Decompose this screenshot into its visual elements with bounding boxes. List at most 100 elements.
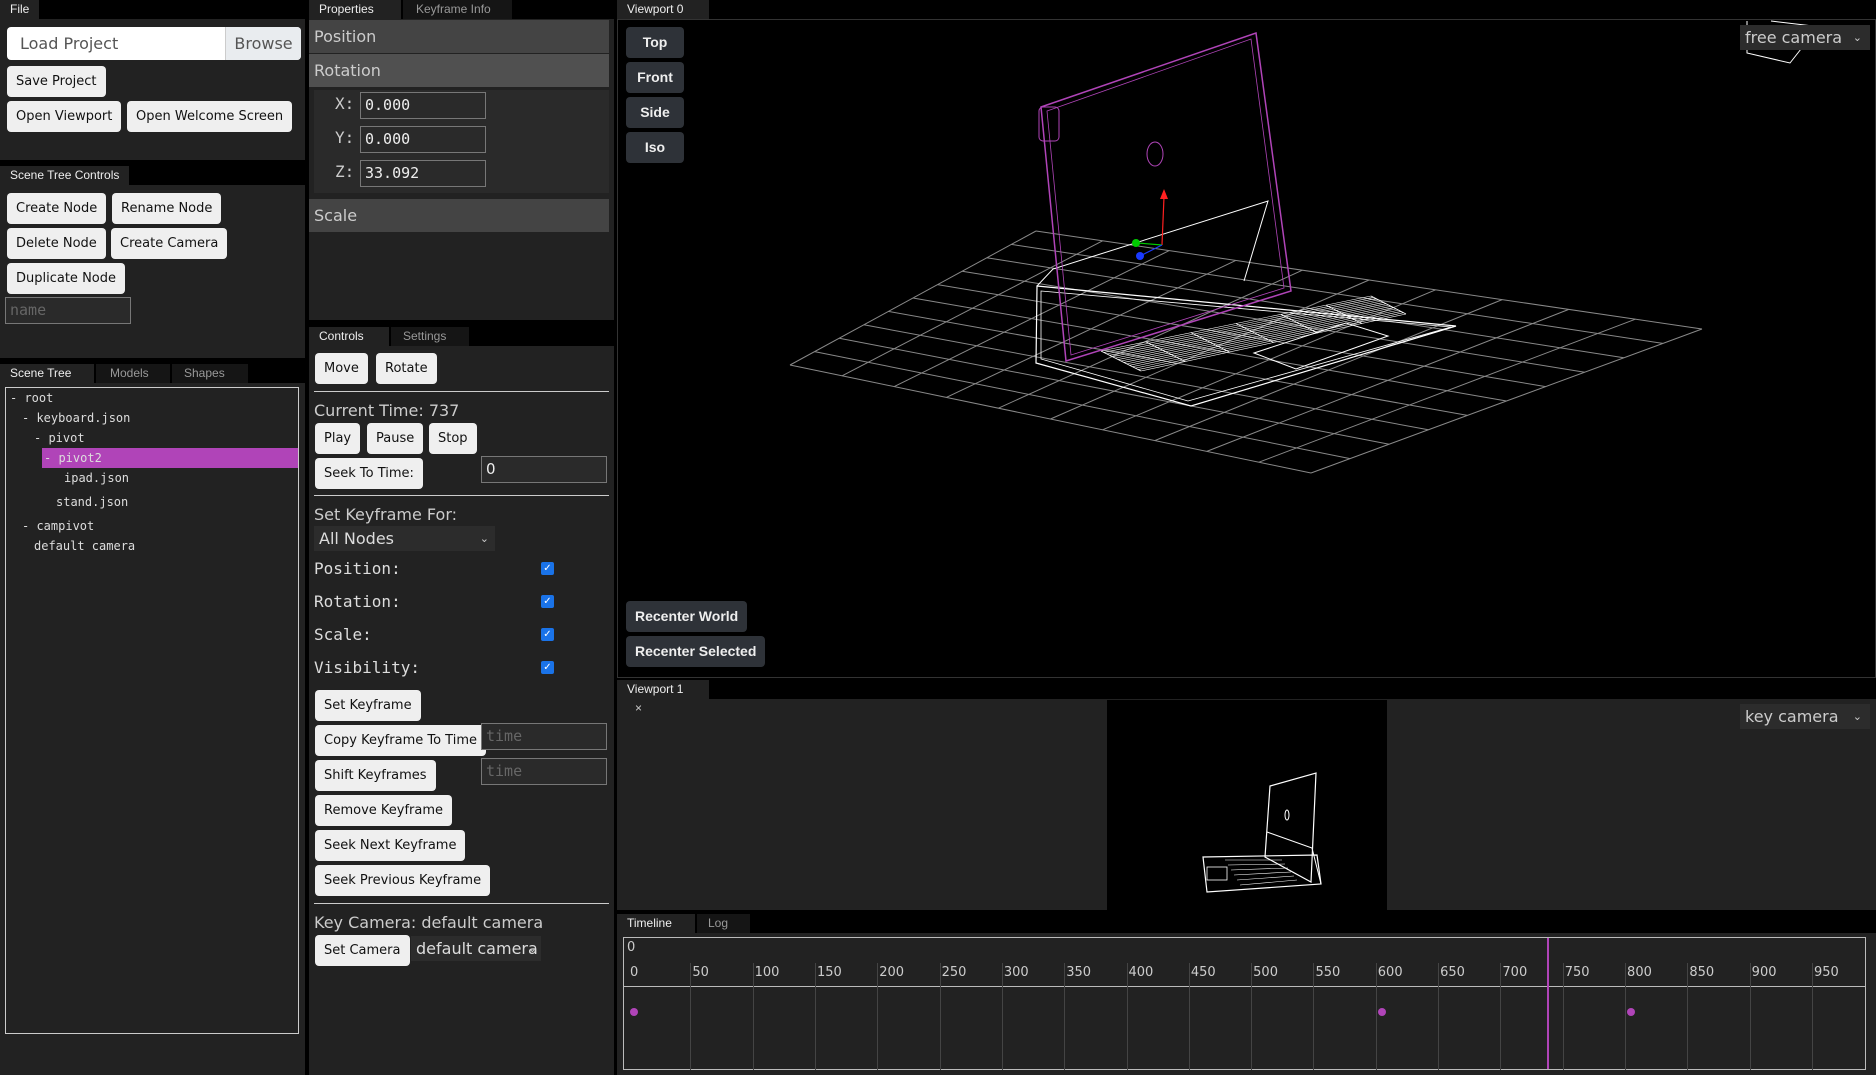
keyframe-channel-checkbox[interactable]: ✓ bbox=[541, 595, 554, 608]
timeline-tick-label: 150 bbox=[816, 965, 842, 980]
divider bbox=[314, 391, 609, 392]
close-icon[interactable]: × bbox=[635, 701, 642, 715]
gizmo-y-axis bbox=[1161, 196, 1165, 246]
timeline-track[interactable]: 0 0 50 100 150 200 250 300 350 400 450 500 550 600 65… bbox=[623, 937, 1866, 1070]
viewport-1-canvas[interactable] bbox=[1107, 700, 1387, 910]
tab-file[interactable]: File bbox=[0, 0, 40, 19]
tree-node[interactable]: stand.json bbox=[56, 492, 128, 512]
tree-node[interactable]: ipad.json bbox=[64, 468, 129, 488]
pause-button[interactable]: Pause bbox=[367, 423, 424, 454]
scale-section-header[interactable]: Scale bbox=[309, 199, 609, 232]
timeline-tick-label: 900 bbox=[1751, 965, 1777, 980]
chevron-down-icon: ⌄ bbox=[1852, 710, 1862, 723]
rename-node-button[interactable]: Rename Node bbox=[112, 193, 222, 224]
tab-viewport-0[interactable]: Viewport 0 bbox=[617, 0, 709, 19]
gizmo-z-arrow bbox=[1136, 252, 1144, 260]
set-camera-button[interactable]: Set Camera bbox=[315, 935, 410, 966]
viewport-0-camera-select[interactable]: free camera ⌄ bbox=[1740, 25, 1870, 50]
tab-scene-tree[interactable]: Scene Tree bbox=[0, 364, 94, 383]
set-keyframe-button[interactable]: Set Keyframe bbox=[315, 690, 421, 721]
scene-tree-panel: Scene Tree Models Shapes - root - keyboar… bbox=[0, 364, 305, 1075]
camera-select[interactable]: default camera ⌄ bbox=[411, 936, 541, 961]
rotation-y-label: Y: bbox=[335, 128, 355, 147]
rotation-section-header[interactable]: Rotation bbox=[309, 54, 609, 87]
tab-timeline[interactable]: Timeline bbox=[617, 914, 695, 933]
tree-node[interactable]: - pivot bbox=[34, 428, 85, 448]
timeline-tick-label: 300 bbox=[1003, 965, 1029, 980]
tab-shapes[interactable]: Shapes bbox=[172, 364, 248, 383]
save-project-button[interactable]: Save Project bbox=[7, 66, 106, 97]
delete-node-button[interactable]: Delete Node bbox=[7, 228, 106, 259]
create-node-button[interactable]: Create Node bbox=[7, 193, 107, 224]
seek-to-time-button[interactable]: Seek To Time: bbox=[315, 458, 423, 489]
tab-keyframe-info[interactable]: Keyframe Info bbox=[403, 0, 512, 19]
seek-previous-keyframe-button[interactable]: Seek Previous Keyframe bbox=[315, 865, 491, 896]
create-camera-button[interactable]: Create Camera bbox=[111, 228, 228, 259]
position-section-header[interactable]: Position bbox=[309, 20, 609, 53]
timeline-tick-line bbox=[1500, 963, 1502, 1070]
timeline-tick-line bbox=[690, 963, 692, 1070]
timeline-tick-label: 750 bbox=[1564, 965, 1590, 980]
tab-settings[interactable]: Settings bbox=[391, 327, 469, 346]
timeline-tick-line bbox=[1438, 963, 1440, 1070]
timeline-frame-label: 0 bbox=[627, 940, 636, 955]
keyframe-target-select[interactable]: All Nodes ⌄ bbox=[314, 526, 495, 551]
remove-keyframe-button[interactable]: Remove Keyframe bbox=[315, 795, 453, 826]
tab-properties[interactable]: Properties bbox=[309, 0, 401, 19]
view-side-button[interactable]: Side bbox=[626, 97, 684, 128]
shift-time-input[interactable]: time bbox=[481, 758, 607, 785]
browse-button[interactable]: Browse bbox=[225, 27, 301, 60]
tab-scene-tree-controls[interactable]: Scene Tree Controls bbox=[0, 166, 130, 185]
keyframe-channel-checkbox[interactable]: ✓ bbox=[541, 661, 554, 674]
seek-next-keyframe-button[interactable]: Seek Next Keyframe bbox=[315, 830, 466, 861]
tab-viewport-1[interactable]: Viewport 1 × bbox=[617, 680, 709, 715]
keyframe-marker[interactable] bbox=[1377, 1008, 1386, 1016]
keyframe-channel-checkbox[interactable]: ✓ bbox=[541, 628, 554, 641]
viewport-0-canvas[interactable] bbox=[617, 19, 1876, 678]
rotation-x-input[interactable]: 0.000 bbox=[360, 92, 486, 119]
tab-log[interactable]: Log bbox=[697, 914, 750, 933]
load-project-file-input[interactable]: Load Project Browse bbox=[7, 27, 301, 60]
keyframe-marker[interactable] bbox=[630, 1008, 638, 1016]
duplicate-node-button[interactable]: Duplicate Node bbox=[7, 263, 125, 294]
rotation-z-input[interactable]: 33.092 bbox=[360, 160, 486, 187]
timeline-panel: Timeline Log 0 0 50 100 150 200 250 300 350 400 4… bbox=[617, 914, 1876, 1075]
tab-models[interactable]: Models bbox=[96, 364, 170, 383]
controls-panel: Controls Settings Move Rotate Current Ti… bbox=[309, 327, 614, 1075]
view-iso-button[interactable]: Iso bbox=[626, 132, 684, 163]
chevron-down-icon: ⌄ bbox=[527, 942, 537, 955]
view-top-button[interactable]: Top bbox=[626, 27, 684, 58]
open-welcome-screen-button[interactable]: Open Welcome Screen bbox=[127, 101, 293, 132]
open-viewport-button[interactable]: Open Viewport bbox=[7, 101, 122, 132]
key-cam-key-row bbox=[1239, 879, 1298, 886]
play-button[interactable]: Play bbox=[315, 423, 361, 454]
stop-button[interactable]: Stop bbox=[429, 423, 477, 454]
seek-time-input[interactable]: 0 bbox=[481, 456, 607, 483]
copy-time-input[interactable]: time bbox=[481, 723, 607, 750]
viewport-1-camera-select[interactable]: key camera ⌄ bbox=[1740, 704, 1870, 729]
tree-node[interactable]: - root bbox=[10, 388, 53, 408]
keyframe-marker[interactable] bbox=[1627, 1008, 1636, 1016]
move-button[interactable]: Move bbox=[315, 353, 368, 384]
stand-outline bbox=[1036, 200, 1269, 287]
rotation-y-input[interactable]: 0.000 bbox=[360, 126, 486, 153]
timeline-tick-label: 650 bbox=[1440, 965, 1465, 980]
tree-node[interactable]: - keyboard.json bbox=[22, 408, 130, 428]
tree-node[interactable]: - campivot bbox=[22, 516, 94, 536]
divider bbox=[314, 495, 609, 496]
keyframe-channel-checkbox[interactable]: ✓ bbox=[541, 562, 554, 575]
recenter-selected-button[interactable]: Recenter Selected bbox=[626, 636, 766, 667]
viewport-0-tabbar: Viewport 0 bbox=[617, 0, 1876, 19]
shift-keyframes-button[interactable]: Shift Keyframes bbox=[315, 760, 436, 791]
timeline-playhead[interactable] bbox=[1546, 938, 1549, 1069]
copy-keyframe-to-time-button[interactable]: Copy Keyframe To Time bbox=[315, 725, 486, 756]
timeline-ruler-divider bbox=[624, 986, 1865, 987]
tree-node-selected[interactable]: - pivot2 bbox=[42, 448, 298, 468]
tree-node[interactable]: default camera bbox=[34, 536, 135, 556]
recenter-world-button[interactable]: Recenter World bbox=[626, 601, 748, 632]
tab-controls[interactable]: Controls bbox=[309, 327, 389, 346]
view-front-button[interactable]: Front bbox=[626, 62, 684, 93]
scene-tree-view[interactable]: - root - keyboard.json - pivot - pivot2 ipad… bbox=[5, 387, 299, 1034]
node-name-input[interactable]: name bbox=[5, 297, 131, 324]
rotate-button[interactable]: Rotate bbox=[376, 353, 437, 384]
